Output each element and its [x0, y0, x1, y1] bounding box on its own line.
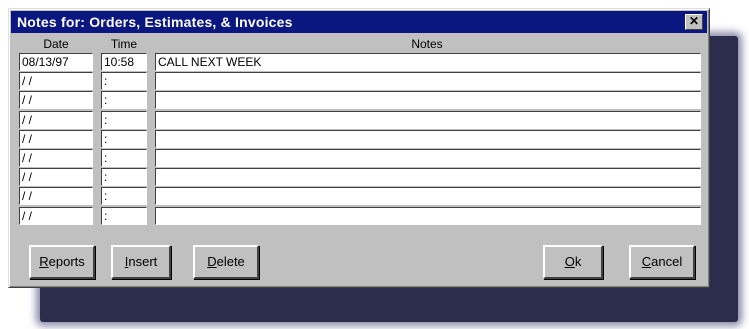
insert-button[interactable]: Insert [111, 245, 171, 279]
delete-mnemonic: D [207, 254, 217, 269]
time-field[interactable]: : [101, 149, 147, 167]
date-field[interactable]: / / [19, 187, 93, 205]
delete-button[interactable]: Delete [193, 245, 259, 279]
time-field[interactable]: : [101, 207, 147, 225]
note-field[interactable] [155, 149, 701, 167]
reports-label: eports [48, 254, 85, 269]
date-field[interactable]: / / [19, 91, 93, 109]
date-field[interactable]: / / [19, 149, 93, 167]
ok-mnemonic: O [564, 254, 575, 269]
cancel-mnemonic: C [641, 254, 652, 269]
time-field[interactable]: : [101, 168, 147, 186]
date-field[interactable]: / / [19, 111, 93, 129]
date-field[interactable]: / / [19, 72, 93, 90]
delete-label: elete [216, 254, 245, 269]
date-field[interactable]: 08/13/97 [19, 53, 93, 71]
time-field[interactable]: : [101, 111, 147, 129]
ok-label: k [574, 254, 582, 269]
cancel-label: ancel [651, 254, 683, 269]
notes-dialog: Notes for: Orders, Estimates, & Invoices… [8, 8, 710, 288]
insert-label: nsert [128, 254, 158, 269]
note-field[interactable] [155, 130, 701, 148]
time-field[interactable]: : [101, 130, 147, 148]
column-header-time: Time [110, 37, 138, 51]
reports-button[interactable]: Reports [29, 245, 95, 279]
time-field[interactable]: : [101, 91, 147, 109]
reports-mnemonic: R [39, 254, 49, 269]
note-field[interactable] [155, 72, 701, 90]
note-field[interactable] [155, 111, 701, 129]
dialog-title: Notes for: Orders, Estimates, & Invoices [17, 14, 293, 30]
column-header-notes: Notes [411, 37, 443, 51]
column-header-date: Date [43, 37, 69, 51]
note-field[interactable] [155, 91, 701, 109]
note-field[interactable] [155, 207, 701, 225]
time-field[interactable]: : [101, 72, 147, 90]
note-field[interactable] [155, 168, 701, 186]
title-bar: Notes for: Orders, Estimates, & Invoices… [11, 11, 707, 33]
note-field[interactable]: CALL NEXT WEEK [155, 53, 701, 71]
close-icon[interactable]: ✕ [685, 14, 703, 30]
time-field[interactable]: : [101, 187, 147, 205]
date-field[interactable]: / / [19, 207, 93, 225]
date-field[interactable]: / / [19, 130, 93, 148]
date-field[interactable]: / / [19, 168, 93, 186]
cancel-button[interactable]: Cancel [629, 245, 695, 279]
note-field[interactable] [155, 187, 701, 205]
ok-button[interactable]: Ok [543, 245, 603, 279]
time-field[interactable]: 10:58 [101, 53, 147, 71]
